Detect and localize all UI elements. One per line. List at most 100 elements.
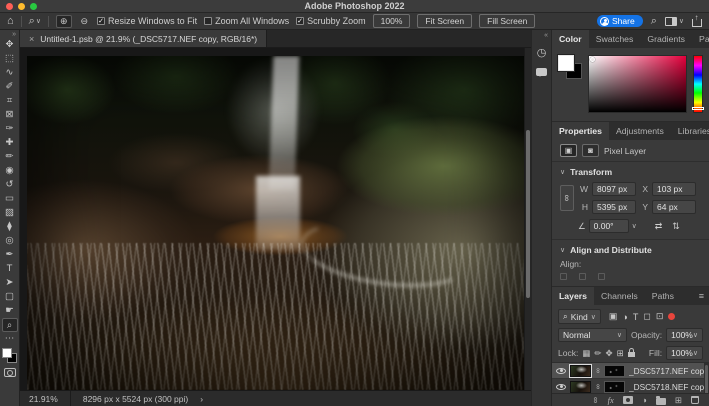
panel-menu-icon[interactable]: ≡ (694, 287, 709, 305)
document-tab[interactable]: × Untitled-1.psb @ 21.9% (_DSC5717.NEF c… (20, 30, 267, 47)
expand-panels-icon[interactable]: « (544, 30, 551, 41)
crop-tool[interactable]: ⌗ (2, 94, 18, 108)
flip-horizontal-icon[interactable]: ⇄ (655, 221, 663, 232)
tab-layers[interactable]: Layers (552, 287, 594, 305)
filter-pixel-layers-icon[interactable]: ▣ (609, 311, 618, 322)
delete-layer-icon[interactable] (691, 396, 699, 404)
lock-transparency-icon[interactable]: ▦ (582, 348, 590, 359)
fit-screen-button[interactable]: Fit Screen (417, 14, 472, 28)
hue-slider-marker[interactable] (692, 107, 704, 110)
layer-thumbnail[interactable] (570, 365, 591, 377)
new-adjustment-layer-icon[interactable]: ◑ (642, 395, 647, 405)
fill-dropdown[interactable]: 100% ∨ (666, 346, 703, 360)
layer-visibility-eye-icon[interactable] (556, 368, 566, 374)
status-chevron-icon[interactable]: › (200, 394, 203, 404)
foreground-color-swatch[interactable] (558, 55, 574, 71)
layer-thumbnail[interactable] (570, 381, 591, 393)
layers-scrollbar[interactable] (704, 363, 709, 393)
layer-mask-thumbnail[interactable] (604, 381, 625, 393)
mask-filter-button[interactable]: ◙ (582, 144, 599, 157)
minimize-window-button[interactable] (18, 3, 25, 10)
checkbox-box[interactable] (97, 17, 105, 25)
foreground-background-swatches[interactable] (2, 348, 17, 363)
layer-name[interactable]: _DSC5718.NEF copy (629, 382, 705, 392)
color-picker-cursor[interactable] (590, 57, 595, 62)
filter-adjustment-layers-icon[interactable]: ◑ (622, 312, 627, 322)
comments-panel-icon[interactable] (534, 64, 549, 79)
lock-pixels-icon[interactable]: ✏ (594, 348, 601, 359)
history-panel-icon[interactable]: ◷ (534, 45, 549, 60)
opacity-dropdown[interactable]: 100% ∨ (666, 328, 703, 342)
zoom-100-button[interactable]: 100% (373, 14, 411, 28)
layer-row[interactable]: ∞ _DSC5718.NEF copy (552, 379, 709, 393)
scrubby-zoom-checkbox[interactable]: Scrubby Zoom (296, 16, 366, 26)
type-tool[interactable]: T (2, 262, 18, 276)
share-button[interactable]: Share (597, 15, 643, 27)
tab-adjustments[interactable]: Adjustments (609, 122, 671, 140)
color-panel-swatches[interactable] (558, 55, 582, 79)
edit-toolbar-icon[interactable]: ⋯ (2, 332, 18, 346)
align-right-icon[interactable] (598, 273, 605, 280)
move-tool[interactable]: ✥ (2, 38, 18, 52)
filter-type-layers-icon[interactable]: T (633, 312, 639, 322)
lasso-tool[interactable]: ∿ (2, 66, 18, 80)
shape-tool[interactable]: ▢ (2, 290, 18, 304)
zoom-out-button[interactable]: ⊖ (79, 15, 91, 28)
y-field[interactable]: 64 px (652, 200, 696, 214)
zoom-tool-preset[interactable]: ⌕ ∨ (29, 15, 41, 28)
link-dimensions-icon[interactable]: ∞ (560, 185, 574, 211)
maximize-window-button[interactable] (30, 3, 37, 10)
marquee-tool[interactable]: ⬚ (2, 52, 18, 66)
resize-windows-to-fit-checkbox[interactable]: Resize Windows to Fit (97, 16, 197, 26)
saturation-brightness-picker[interactable] (588, 55, 687, 113)
canvas-vertical-scrollbar[interactable] (524, 48, 531, 390)
hand-tool[interactable]: ☛ (2, 304, 18, 318)
lock-all-icon[interactable] (628, 352, 635, 357)
layer-visibility-eye-icon[interactable] (556, 384, 566, 390)
workspace-switcher[interactable]: ∨ (665, 17, 684, 26)
flip-vertical-icon[interactable]: ⇅ (672, 221, 680, 232)
home-icon[interactable]: ⌂ (7, 15, 14, 27)
path-selection-tool[interactable]: ➤ (2, 276, 18, 290)
tab-gradients[interactable]: Gradients (640, 30, 692, 48)
toolbar-expand-icon[interactable]: » (12, 30, 19, 38)
gradient-tool[interactable]: ▨ (2, 206, 18, 220)
checkbox-box[interactable] (296, 17, 304, 25)
healing-brush-tool[interactable]: ✚ (2, 136, 18, 150)
tab-properties[interactable]: Properties (552, 122, 609, 140)
layer-name[interactable]: _DSC5717.NEF copy (629, 366, 705, 376)
scrollbar-thumb[interactable] (526, 130, 530, 298)
scrollbar-thumb[interactable] (705, 365, 708, 393)
status-zoom-level[interactable]: 21.91% (29, 394, 58, 404)
filter-shape-layers-icon[interactable]: ◻ (643, 311, 650, 322)
frame-tool[interactable]: ⊠ (2, 108, 18, 122)
lock-artboard-icon[interactable]: ⊞ (617, 348, 624, 359)
canvas-image-waterfall[interactable] (27, 56, 524, 390)
new-layer-icon[interactable]: ⊞ (675, 395, 682, 406)
height-field[interactable]: 5395 px (592, 200, 636, 214)
x-field[interactable]: 103 px (652, 182, 696, 196)
clone-stamp-tool[interactable]: ◉ (2, 164, 18, 178)
brush-tool[interactable]: ✏ (2, 150, 18, 164)
zoom-all-windows-checkbox[interactable]: Zoom All Windows (204, 16, 289, 26)
transform-section-header[interactable]: ∨ Transform (552, 162, 709, 180)
dodge-tool[interactable]: ◎ (2, 234, 18, 248)
align-center-icon[interactable] (579, 273, 586, 280)
width-field[interactable]: 8097 px (592, 182, 636, 196)
tab-patterns[interactable]: Patterns (692, 30, 709, 48)
foreground-color-swatch[interactable] (2, 348, 12, 358)
history-brush-tool[interactable]: ↺ (2, 178, 18, 192)
chevron-down-icon[interactable]: ∨ (632, 222, 637, 230)
quick-mask-button[interactable] (4, 368, 16, 377)
filter-smart-objects-icon[interactable]: ⊡ (656, 311, 664, 322)
tab-color[interactable]: Color (552, 30, 589, 48)
search-icon[interactable]: ⌕ (651, 15, 657, 28)
layer-filter-toggle[interactable] (668, 313, 675, 320)
close-window-button[interactable] (6, 3, 13, 10)
zoom-in-button[interactable]: ⊕ (56, 15, 72, 28)
align-section-header[interactable]: ∨ Align and Distribute (552, 239, 709, 258)
layer-row[interactable]: ∞ _DSC5717.NEF copy (552, 363, 709, 379)
lock-position-icon[interactable]: ✥ (605, 348, 612, 359)
link-layers-icon[interactable]: ∞ (591, 397, 601, 403)
new-group-icon[interactable] (656, 398, 666, 405)
